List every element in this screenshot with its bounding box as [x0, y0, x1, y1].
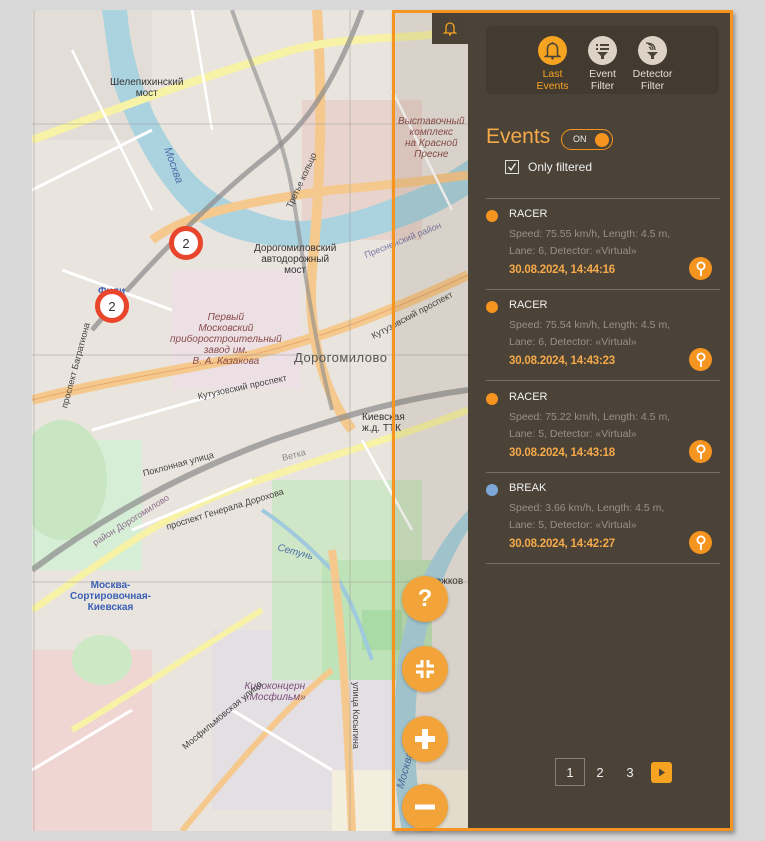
map-label-sortirovochnaya: Москва- Сортировочная- Киевская — [70, 580, 152, 613]
bell-icon — [544, 42, 561, 60]
play-right-icon — [658, 768, 665, 776]
tab-event-filter-label: Event Filter — [589, 68, 616, 92]
event-timestamp: 30.08.2024, 14:43:18 — [509, 447, 615, 459]
only-filtered-label: Only filtered — [528, 160, 593, 174]
tab-event-filter[interactable]: Event Filter — [583, 36, 623, 94]
tab-detector-filter[interactable]: Detector Filter — [633, 36, 673, 94]
detector-filter-icon — [645, 41, 658, 59]
map-label-plant: Первый Московский приборостроительный за… — [170, 312, 282, 367]
zoom-out-button[interactable] — [402, 784, 448, 830]
panel-toolbar: Last Events Event Filter Detector Filter — [486, 26, 719, 94]
tab-last-events[interactable]: Last Events — [533, 36, 573, 94]
event-status-dot — [486, 393, 498, 405]
fit-bounds-button[interactable] — [402, 646, 448, 692]
event-status-dot — [486, 484, 498, 496]
question-icon: ? — [417, 585, 433, 612]
event-timestamp: 30.08.2024, 14:42:27 — [509, 538, 615, 550]
map-overlay-tint — [395, 13, 468, 828]
next-page-button[interactable] — [651, 761, 672, 783]
event-type: RACER — [509, 391, 548, 403]
event-timestamp: 30.08.2024, 14:44:16 — [509, 264, 615, 276]
event-status-dot — [486, 301, 498, 313]
event-item[interactable]: BREAK Speed: 3.66 km/h, Length: 4.5 m, L… — [486, 473, 720, 564]
tab-last-events-label: Last Events — [536, 68, 569, 92]
event-type: BREAK — [509, 482, 547, 494]
event-status-dot — [486, 210, 498, 222]
collapse-arrows-icon — [416, 660, 434, 678]
event-item[interactable]: RACER Speed: 75.55 km/h, Length: 4.5 m, … — [486, 199, 720, 290]
map-label-dorogomilovsky-bridge: Дорогомиловский автодорожный мост — [254, 243, 337, 276]
event-details: Speed: 3.66 km/h, Length: 4.5 m, Lane: 5… — [509, 502, 665, 531]
page-2-button[interactable]: 2 — [585, 758, 615, 786]
page-1-button[interactable]: 1 — [555, 758, 585, 786]
divider — [486, 380, 720, 381]
event-details: Speed: 75.54 km/h, Length: 4.5 m, Lane: … — [509, 319, 671, 348]
map-pin-icon — [696, 261, 705, 276]
event-item[interactable]: RACER Speed: 75.22 km/h, Length: 4.5 m, … — [486, 382, 720, 473]
show-on-map-button[interactable] — [689, 440, 712, 463]
events-live-toggle[interactable]: ON — [561, 129, 613, 150]
help-button[interactable]: ? — [402, 576, 448, 622]
divider — [486, 563, 720, 564]
events-panel-tab[interactable] — [432, 13, 468, 44]
map-pin-icon — [696, 352, 705, 367]
zoom-in-button[interactable] — [402, 716, 448, 762]
map-cluster-marker[interactable]: 2 — [95, 289, 129, 323]
events-panel: Last Events Event Filter Detector Filter — [468, 13, 730, 828]
toggle-knob — [595, 132, 609, 147]
map-cluster-marker[interactable]: 2 — [169, 226, 203, 260]
checkbox-box[interactable] — [505, 160, 519, 174]
map-pin-icon — [696, 444, 705, 459]
page-3-button[interactable]: 3 — [615, 758, 645, 786]
event-timestamp: 30.08.2024, 14:43:23 — [509, 355, 615, 367]
list-filter-icon — [596, 43, 609, 59]
only-filtered-checkbox[interactable]: Only filtered — [505, 160, 592, 174]
event-item[interactable]: RACER Speed: 75.54 km/h, Length: 4.5 m, … — [486, 290, 720, 381]
pagination: 1 2 3 — [555, 758, 672, 786]
minus-icon — [415, 804, 435, 810]
show-on-map-button[interactable] — [689, 257, 712, 280]
map-label-kosygina: улица Косыгина — [350, 682, 361, 749]
event-details: Speed: 75.22 km/h, Length: 4.5 m, Lane: … — [509, 411, 671, 440]
bell-icon — [443, 22, 457, 36]
map-pin-icon — [696, 535, 705, 550]
events-title: Events — [486, 125, 551, 148]
plus-icon — [415, 729, 435, 749]
event-type: RACER — [509, 299, 548, 311]
show-on-map-button[interactable] — [689, 531, 712, 554]
show-on-map-button[interactable] — [689, 348, 712, 371]
map-label-dorogomilovo: Дорогомилово — [294, 350, 388, 365]
tab-detector-filter-label: Detector Filter — [632, 68, 673, 92]
checkmark-icon — [507, 163, 517, 172]
toggle-label: ON — [573, 134, 587, 144]
event-details: Speed: 75.55 km/h, Length: 4.5 m, Lane: … — [509, 228, 671, 257]
map-label-shelepikha-bridge: Шелепихинский мост — [110, 77, 184, 99]
event-type: RACER — [509, 208, 548, 220]
